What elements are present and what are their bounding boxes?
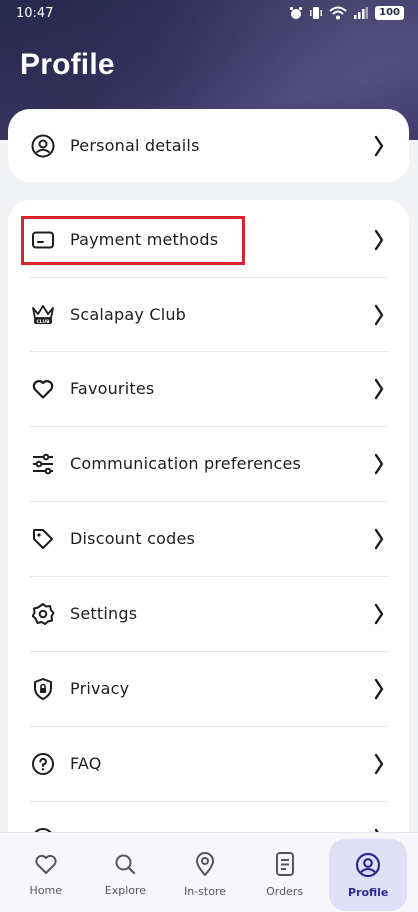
shield-lock-icon <box>30 676 56 702</box>
personal-card: Personal details <box>8 109 409 182</box>
chevron-right-icon <box>374 753 384 774</box>
menu-item-discount-codes[interactable]: Discount codes <box>30 501 389 576</box>
menu-item-label: Personal details <box>70 136 200 155</box>
question-circle-icon <box>30 751 56 777</box>
menu-item-label: Privacy <box>70 679 130 698</box>
chevron-right-icon <box>374 304 384 325</box>
menu-item-privacy[interactable]: Privacy <box>30 651 389 726</box>
profile-menu-list: Payment methods CLUB Scalapay Club Favou… <box>8 200 409 860</box>
chevron-right-icon <box>374 453 384 474</box>
tag-icon <box>30 526 56 552</box>
menu-item-personal-details[interactable]: Personal details <box>30 109 389 182</box>
menu-item-faq[interactable]: FAQ <box>30 726 389 801</box>
document-icon <box>275 851 294 876</box>
heart-icon <box>35 854 57 874</box>
menu-item-label: Discount codes <box>70 529 196 548</box>
tab-profile[interactable]: Profile <box>329 839 408 911</box>
chevron-right-icon <box>374 135 384 156</box>
tab-label: Explore <box>104 883 147 897</box>
tab-label: Orders <box>266 884 304 898</box>
search-icon <box>115 854 136 874</box>
chevron-right-icon <box>374 378 384 399</box>
status-icons: 100 <box>289 6 404 20</box>
tab-orders[interactable]: Orders <box>250 839 320 909</box>
chevron-right-icon <box>374 678 384 699</box>
card-icon <box>30 227 56 253</box>
menu-item-label: Favourites <box>70 379 155 398</box>
menu-item-label: Scalapay Club <box>70 305 187 324</box>
sliders-icon <box>30 451 56 477</box>
wifi-icon <box>329 6 347 20</box>
tab-home[interactable]: Home <box>11 839 81 909</box>
battery-indicator: 100 <box>375 6 404 20</box>
chevron-right-icon <box>374 229 384 250</box>
menu-item-label: FAQ <box>70 754 102 773</box>
gear-icon <box>30 601 56 627</box>
crown-club-icon: CLUB <box>30 302 56 328</box>
menu-item-label: Payment methods <box>70 230 219 249</box>
chevron-right-icon <box>374 528 384 549</box>
tab-label: In-store <box>183 884 226 898</box>
bottom-tab-bar: Home Explore In-store Orders Profile <box>0 832 418 912</box>
tab-label: Profile <box>347 885 389 899</box>
menu-item-communication-preferences[interactable]: Communication preferences <box>30 426 389 501</box>
menu-item-scalapay-club[interactable]: CLUB Scalapay Club <box>30 277 389 352</box>
club-badge-text: CLUB <box>36 319 50 325</box>
tab-explore[interactable]: Explore <box>90 839 160 909</box>
status-bar: 10:47 100 <box>0 0 418 26</box>
menu-item-label: Settings <box>70 604 138 623</box>
alarm-icon <box>290 7 303 19</box>
menu-item-settings[interactable]: Settings <box>30 576 389 651</box>
heart-icon <box>30 376 56 402</box>
location-pin-icon <box>195 851 214 876</box>
tab-in-store[interactable]: In-store <box>170 839 240 909</box>
page-title: Profile <box>20 48 115 81</box>
menu-item-payment-methods[interactable]: Payment methods <box>30 202 389 277</box>
signal-icon <box>354 7 369 19</box>
chevron-right-icon <box>374 603 384 624</box>
user-circle-icon <box>356 852 381 877</box>
vibrate-icon <box>310 7 323 19</box>
menu-item-favourites[interactable]: Favourites <box>30 351 389 426</box>
menu-item-label: Communication preferences <box>70 454 302 473</box>
status-time: 10:47 <box>16 5 54 21</box>
tab-label: Home <box>29 883 63 897</box>
user-circle-icon <box>30 133 56 159</box>
